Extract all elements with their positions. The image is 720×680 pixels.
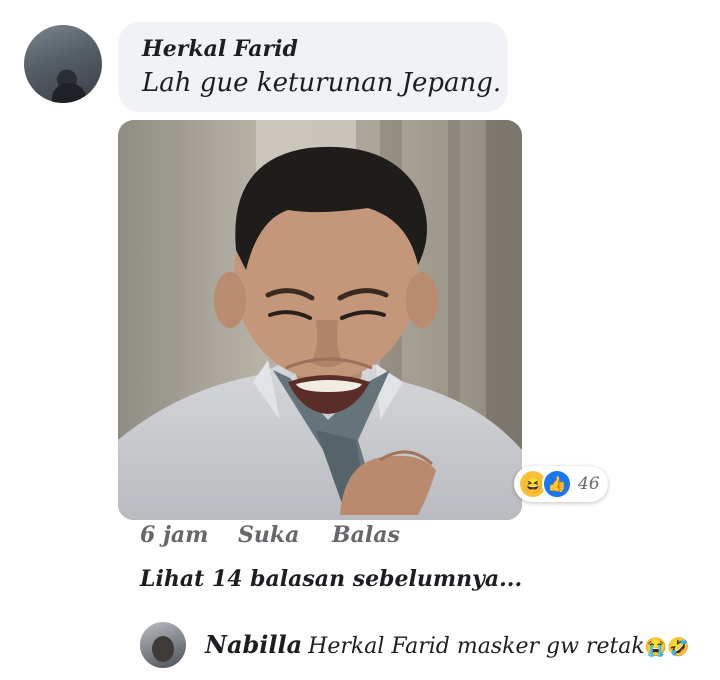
like-button[interactable]: Suka bbox=[238, 522, 299, 548]
reply-avatar[interactable] bbox=[140, 622, 186, 668]
reply-comment: Nabilla Herkal Farid masker gw retak😭🤣 bbox=[205, 630, 690, 659]
crying-boy-photo bbox=[118, 120, 522, 520]
comment-photo[interactable] bbox=[118, 120, 522, 520]
commenter-avatar[interactable] bbox=[24, 25, 102, 103]
reply-avatar-face bbox=[152, 636, 174, 662]
comment-bubble: Herkal Farid Lah gue keturunan Jepang. bbox=[118, 22, 508, 112]
comment-author[interactable]: Herkal Farid bbox=[142, 36, 298, 62]
like-icon: 👍 bbox=[542, 469, 572, 499]
reply-button[interactable]: Balas bbox=[332, 522, 400, 548]
avatar-silhouette bbox=[52, 83, 86, 103]
reaction-summary[interactable]: 😆 👍 46 bbox=[514, 466, 608, 502]
view-previous-replies-link[interactable]: Lihat 14 balasan sebelumnya... bbox=[140, 566, 522, 592]
comment-text: Lah gue keturunan Jepang. bbox=[142, 68, 502, 98]
reply-emoji: 😭🤣 bbox=[644, 637, 690, 658]
comment-time[interactable]: 6 jam bbox=[140, 522, 208, 548]
reaction-count: 46 bbox=[578, 474, 600, 494]
reply-text: Herkal Farid masker gw retak bbox=[308, 634, 645, 659]
reply-author[interactable]: Nabilla bbox=[205, 630, 302, 659]
